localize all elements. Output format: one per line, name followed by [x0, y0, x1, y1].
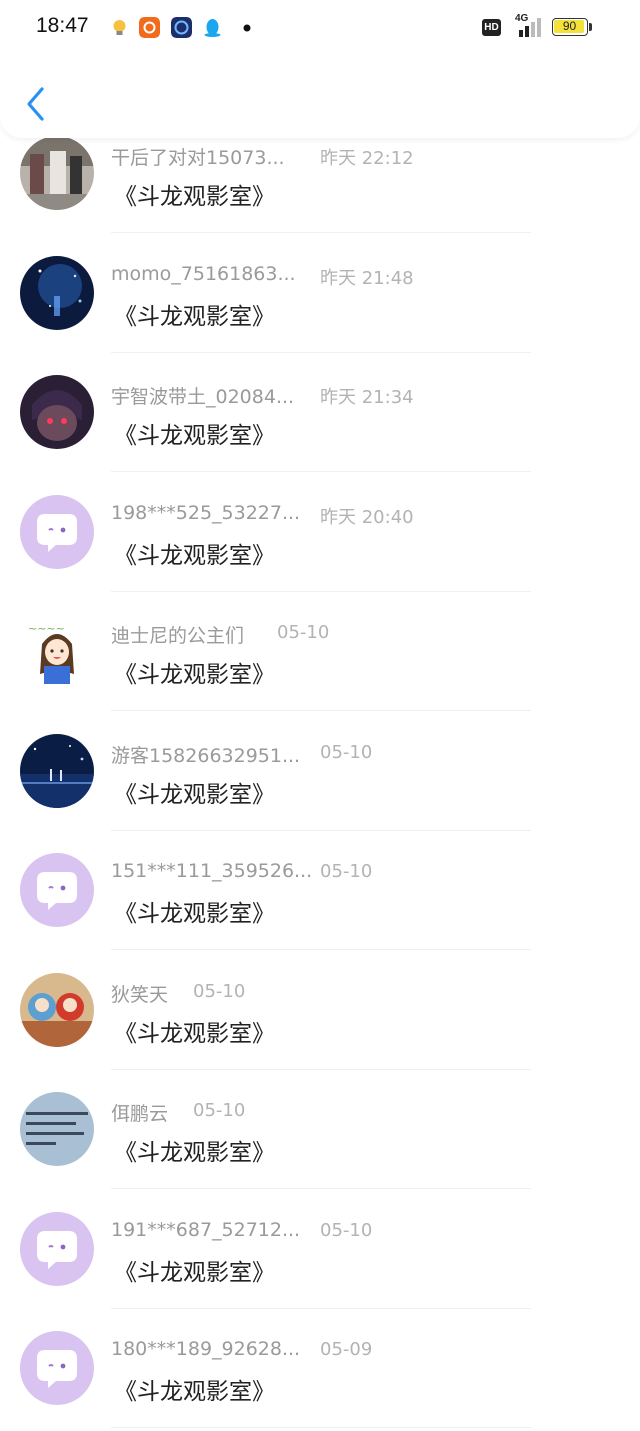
avatar[interactable]: [20, 853, 94, 927]
chevron-left-icon[interactable]: [18, 82, 54, 126]
row-divider: [111, 1427, 531, 1428]
contact-name: 游客15826632951...: [111, 744, 301, 767]
contact-name: 151***111_359526...: [111, 860, 313, 882]
list-item[interactable]: 191***687_52712... 05-10 《斗龙观影室》: [0, 1192, 640, 1312]
top-bar: 18:47 HD 4G 90: [0, 0, 640, 138]
message-time: 05-10: [277, 622, 330, 643]
list-item[interactable]: ~~~~ 迪士尼的公主们 05-10 《斗龙观影室》: [0, 594, 640, 714]
app-robot-icon: [171, 17, 192, 38]
svg-text:~~~~: ~~~~: [28, 622, 65, 635]
message-time: 05-10: [320, 741, 373, 763]
row-divider: [111, 1068, 531, 1070]
message-time: 05-09: [320, 1339, 373, 1360]
message-preview: 《斗龙观影室》: [114, 1020, 275, 1047]
avatar[interactable]: [20, 1211, 94, 1286]
message-preview: 《斗龙观影室》: [114, 184, 275, 210]
message-time: 昨天 22:12: [320, 148, 414, 169]
message-time: 昨天 21:34: [320, 387, 414, 408]
avatar[interactable]: ~~~~: [20, 614, 94, 688]
list-item[interactable]: 游客15826632951... 05-10 《斗龙观影室》: [0, 714, 640, 834]
avatar[interactable]: [20, 733, 94, 808]
message-time: 05-10: [193, 1100, 246, 1121]
message-preview: 《斗龙观影室》: [114, 901, 275, 927]
contact-name: 迪士尼的公主们: [111, 625, 245, 647]
contact-name: momo_75161863...: [111, 262, 296, 285]
more-dot-icon: [243, 24, 251, 32]
qq-penguin-icon: [204, 19, 221, 37]
avatar[interactable]: [20, 972, 94, 1047]
message-time: 05-10: [193, 980, 246, 1002]
avatar[interactable]: [20, 136, 94, 210]
message-preview: 《斗龙观影室》: [114, 303, 275, 330]
contact-name: 191***687_52712...: [111, 1218, 301, 1241]
contact-name: 狄笑天: [111, 983, 169, 1006]
list-item[interactable]: 狄笑天 05-10 《斗龙观影室》: [0, 953, 640, 1073]
avatar[interactable]: [20, 1092, 94, 1166]
message-time: 昨天 20:40: [320, 506, 414, 528]
row-divider: [111, 471, 531, 472]
message-preview: 《斗龙观影室》: [114, 1140, 275, 1166]
contact-name: 198***525_53227...: [111, 501, 301, 524]
contact-name: 宇智波带土_02084...: [111, 386, 295, 408]
message-preview: 《斗龙观影室》: [114, 1379, 275, 1405]
list-item[interactable]: 佴鹏云 05-10 《斗龙观影室》: [0, 1072, 640, 1192]
contact-name: 干后了对对15073...: [111, 147, 285, 169]
row-divider: [111, 232, 531, 233]
message-preview: 《斗龙观影室》: [114, 423, 275, 449]
message-time: 05-10: [320, 861, 373, 882]
signal-icon: [519, 18, 541, 37]
list-item[interactable]: momo_75161863... 昨天 21:48 《斗龙观影室》: [0, 236, 640, 356]
list-item[interactable]: 180***189_92628... 05-09 《斗龙观影室》: [0, 1311, 640, 1431]
row-divider: [111, 1188, 531, 1189]
row-divider: [111, 351, 531, 353]
avatar[interactable]: [20, 1331, 94, 1405]
hd-badge: HD: [482, 19, 501, 36]
list-item[interactable]: 151***111_359526... 05-10 《斗龙观影室》: [0, 833, 640, 953]
avatar[interactable]: [20, 494, 94, 569]
contact-name: 佴鹏云: [111, 1103, 169, 1125]
battery-icon: 90: [552, 18, 588, 36]
message-time: 昨天 21:48: [320, 267, 414, 289]
message-time: 05-10: [320, 1219, 373, 1241]
battery-level: 90: [562, 19, 577, 33]
lightbulb-icon: [113, 20, 126, 35]
row-divider: [111, 949, 531, 950]
list-item[interactable]: 198***525_53227... 昨天 20:40 《斗龙观影室》: [0, 475, 640, 595]
row-divider: [111, 1307, 531, 1309]
status-time: 18:47: [36, 14, 89, 37]
message-preview: 《斗龙观影室》: [114, 781, 275, 808]
contact-name: 180***189_92628...: [111, 1338, 301, 1360]
row-divider: [111, 710, 531, 711]
message-preview: 《斗龙观影室》: [114, 1259, 275, 1286]
row-divider: [111, 829, 531, 831]
list-item[interactable]: 宇智波带土_02084... 昨天 21:34 《斗龙观影室》: [0, 355, 640, 475]
avatar[interactable]: [20, 255, 94, 330]
app-orange-icon: [139, 17, 160, 38]
avatar[interactable]: [20, 375, 94, 449]
message-preview: 《斗龙观影室》: [114, 662, 275, 688]
message-preview: 《斗龙观影室》: [114, 542, 275, 569]
row-divider: [111, 590, 531, 592]
